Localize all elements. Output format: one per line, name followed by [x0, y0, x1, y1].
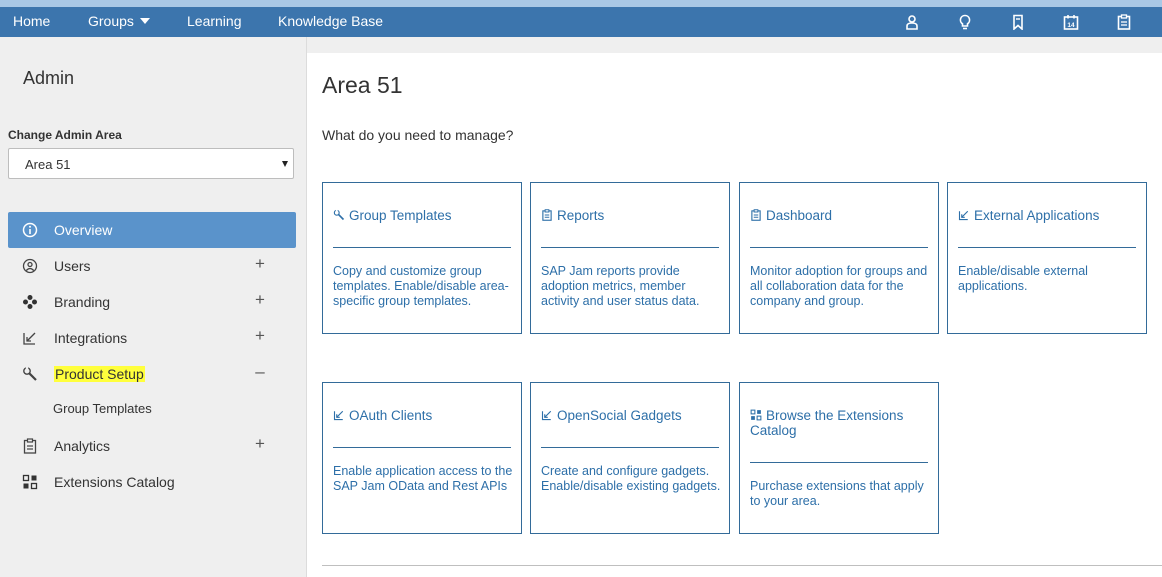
card-title: Browse the Extensions Catalog: [750, 408, 930, 438]
page-title: Area 51: [322, 72, 403, 98]
bookmark-icon[interactable]: [1010, 14, 1026, 31]
card-title: External Applications: [958, 208, 1138, 223]
card-description: Monitor adoption for groups and all coll…: [750, 264, 928, 308]
card-title: Group Templates: [333, 208, 513, 223]
admin-title: Admin: [23, 68, 75, 88]
card-description: Purchase extensions that apply to your a…: [750, 479, 924, 508]
clipboard-icon: [750, 209, 762, 221]
nav-groups-label: Groups: [88, 13, 134, 29]
content-divider: [322, 565, 1162, 566]
main-content: Area 51 What do you need to manage? Grou…: [307, 53, 1162, 577]
clipboard-icon: [22, 438, 38, 454]
dropdown-arrow-icon: [282, 161, 288, 167]
card-divider: [958, 247, 1136, 248]
card-divider: [333, 447, 511, 448]
clipboard-icon[interactable]: [1116, 14, 1132, 30]
card-title-text: Group Templates: [349, 208, 452, 223]
sidebar-item-label: Users: [54, 258, 91, 274]
sidebar-item-label: Extensions Catalog: [54, 474, 175, 490]
sidebar-item-extensions-catalog[interactable]: Extensions Catalog: [8, 464, 296, 500]
card-oauth-clients[interactable]: OAuth Clients Enable application access …: [322, 382, 522, 534]
card-title-text: External Applications: [974, 208, 1100, 223]
card-divider: [750, 247, 928, 248]
person-icon[interactable]: [904, 14, 920, 30]
nav-groups[interactable]: Groups: [88, 7, 150, 37]
top-navbar: Home Groups Learning Knowledge Base 14: [0, 7, 1162, 37]
search-highlight: Product Setup: [54, 366, 145, 382]
clipboard-icon: [541, 209, 553, 221]
change-admin-area-label: Change Admin Area: [8, 128, 122, 142]
sidebar-item-branding[interactable]: Branding +: [8, 284, 296, 320]
card-external-applications[interactable]: External Applications Enable/disable ext…: [947, 182, 1147, 334]
nav-home[interactable]: Home: [13, 7, 50, 37]
expand-icon[interactable]: +: [252, 435, 268, 453]
expand-icon[interactable]: +: [252, 291, 268, 309]
nav-knowledge-base[interactable]: Knowledge Base: [278, 7, 383, 37]
sidebar-item-analytics[interactable]: Analytics +: [8, 428, 296, 464]
wrench-icon: [22, 366, 38, 382]
info-icon: [22, 222, 38, 238]
manage-prompt: What do you need to manage?: [322, 127, 514, 143]
expand-icon[interactable]: +: [252, 327, 268, 345]
sidebar-item-users[interactable]: Users +: [8, 248, 296, 284]
card-opensocial-gadgets[interactable]: OpenSocial Gadgets Create and configure …: [530, 382, 730, 534]
card-title: OAuth Clients: [333, 408, 513, 423]
lightbulb-icon[interactable]: [957, 14, 973, 30]
caret-down-icon: [139, 18, 150, 24]
sidebar-item-label: Branding: [54, 294, 111, 310]
sidebar-item-label: Integrations: [54, 330, 128, 346]
sidebar-item-label: Analytics: [54, 438, 111, 454]
card-dashboard[interactable]: Dashboard Monitor adoption for groups an…: [739, 182, 939, 334]
integration-icon: [22, 330, 38, 346]
sidebar-item-product-setup[interactable]: Product Setup –: [8, 356, 296, 392]
card-title: Dashboard: [750, 208, 930, 223]
collapse-icon[interactable]: –: [252, 363, 268, 381]
admin-sidebar: Admin Change Admin Area Area 51 Overview…: [0, 37, 307, 577]
card-divider: [541, 247, 719, 248]
card-description: Create and configure gadgets. Enable/dis…: [541, 464, 721, 493]
sidebar-subitem-group-templates[interactable]: Group Templates: [53, 401, 152, 416]
extensions-icon: [22, 474, 38, 490]
card-reports[interactable]: Reports SAP Jam reports provide adoption…: [530, 182, 730, 334]
palette-icon: [22, 294, 38, 310]
sidebar-item-label: Overview: [54, 222, 113, 238]
extensions-icon: [750, 409, 762, 421]
card-description: Copy and customize group templates. Enab…: [333, 264, 509, 308]
card-title-text: Browse the Extensions Catalog: [750, 408, 904, 438]
admin-area-select[interactable]: Area 51: [8, 148, 294, 179]
admin-area-value: Area 51: [25, 157, 71, 172]
card-group-templates[interactable]: Group Templates Copy and customize group…: [322, 182, 522, 334]
user-circle-icon: [22, 258, 38, 274]
card-divider: [541, 447, 719, 448]
top-strip: [0, 0, 1162, 7]
expand-icon[interactable]: +: [252, 255, 268, 273]
card-title-text: Dashboard: [766, 208, 833, 223]
card-extensions-catalog[interactable]: Browse the Extensions Catalog Purchase e…: [739, 382, 939, 534]
card-description: SAP Jam reports provide adoption metrics…: [541, 264, 700, 308]
calendar-icon[interactable]: 14: [1063, 14, 1079, 30]
card-description: Enable/disable external applications.: [958, 264, 1088, 293]
integration-icon: [958, 209, 970, 221]
card-divider: [333, 247, 511, 248]
card-divider: [750, 462, 928, 463]
card-title: Reports: [541, 208, 721, 223]
card-title: OpenSocial Gadgets: [541, 408, 721, 423]
card-title-text: Reports: [557, 208, 605, 223]
card-description: Enable application access to the SAP Jam…: [333, 464, 513, 493]
calendar-day: 14: [1067, 22, 1075, 29]
card-title-text: OpenSocial Gadgets: [557, 408, 682, 423]
wrench-icon: [333, 209, 345, 221]
integration-icon: [541, 409, 553, 421]
nav-learning[interactable]: Learning: [187, 7, 242, 37]
sidebar-item-label: Product Setup: [54, 366, 145, 382]
sidebar-item-integrations[interactable]: Integrations +: [8, 320, 296, 356]
sidebar-item-overview[interactable]: Overview: [8, 212, 296, 248]
card-title-text: OAuth Clients: [349, 408, 433, 423]
integration-icon: [333, 409, 345, 421]
